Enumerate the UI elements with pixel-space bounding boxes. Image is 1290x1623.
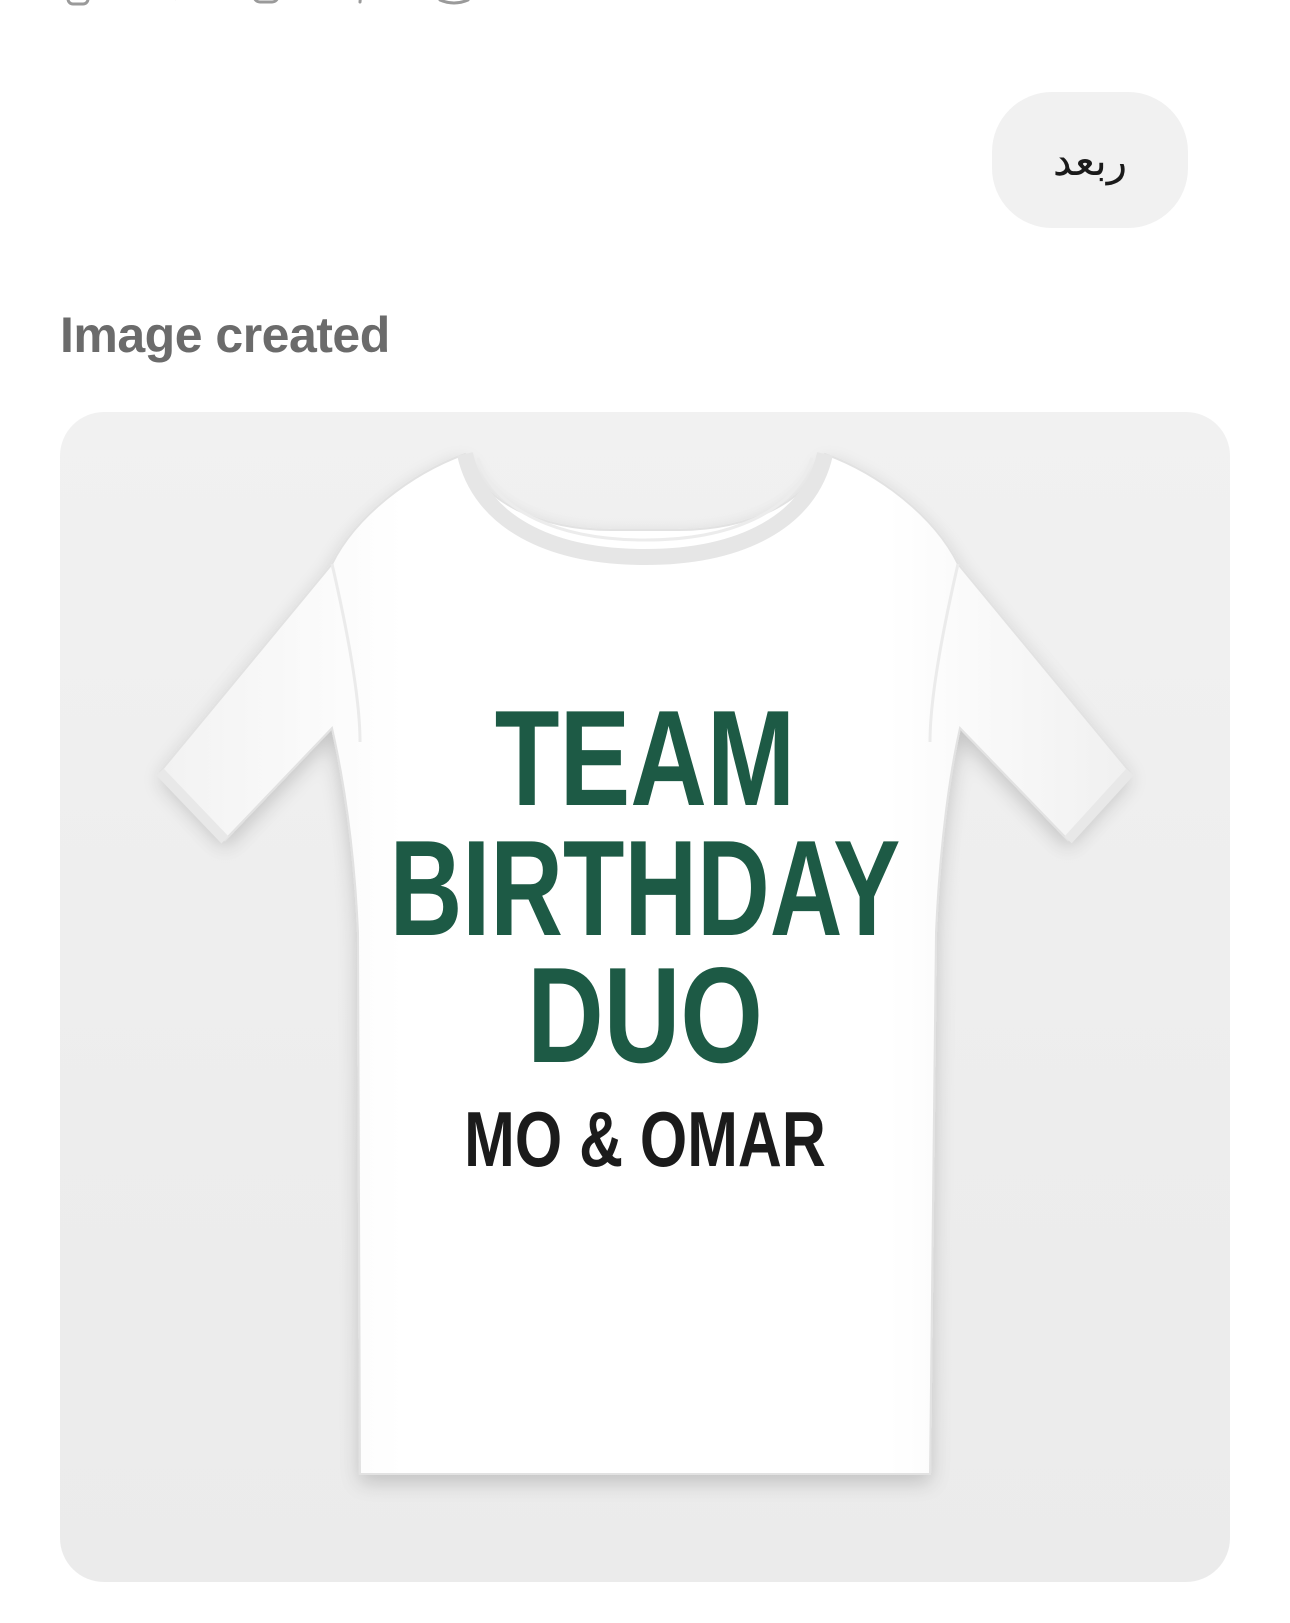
copy-icon[interactable] bbox=[60, 0, 96, 10]
generated-image[interactable]: TEAM BIRTHDAY DUO MO & OMAR bbox=[60, 412, 1230, 1582]
thumbs-down-icon[interactable] bbox=[248, 0, 284, 10]
shirt-text-team: TEAM bbox=[494, 682, 796, 834]
regenerate-icon[interactable] bbox=[530, 0, 566, 10]
message-actions bbox=[60, 0, 566, 10]
image-status-label: Image created bbox=[60, 307, 390, 363]
chat-page: ربعد Image created TEAM BIRTHDAY DUO MO … bbox=[0, 0, 1290, 1623]
speaker-icon[interactable] bbox=[342, 0, 378, 10]
shirt-text-names: MO & OMAR bbox=[464, 1095, 826, 1183]
thumbs-up-icon[interactable] bbox=[154, 0, 190, 10]
user-message-bubble: ربعد bbox=[992, 92, 1188, 228]
shirt-text-birthday: BIRTHDAY bbox=[389, 812, 901, 964]
shirt-text-duo: DUO bbox=[527, 939, 763, 1091]
user-message-text: ربعد bbox=[1052, 135, 1128, 185]
share-icon[interactable] bbox=[436, 0, 472, 10]
